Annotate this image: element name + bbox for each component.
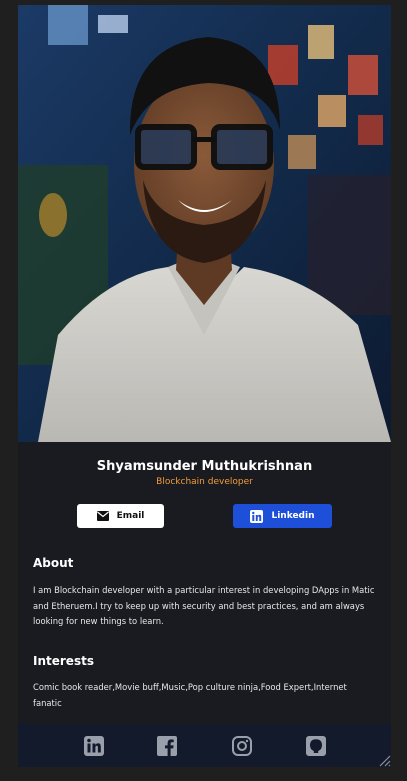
- email-button[interactable]: Email: [77, 504, 164, 528]
- about-text: I am Blockchain developer with a particu…: [33, 585, 375, 626]
- interests-text: Comic book reader,Movie buff,Music,Pop c…: [33, 682, 347, 708]
- linkedin-icon[interactable]: [84, 736, 104, 756]
- email-button-label: Email: [116, 511, 145, 521]
- instagram-icon[interactable]: [232, 736, 252, 756]
- linkedin-icon: [250, 509, 264, 523]
- profile-role: Blockchain developer: [156, 477, 253, 487]
- social-footer: [18, 724, 391, 767]
- profile-name: Shyamsunder Muthukrishnan: [96, 459, 313, 474]
- about-title: About: [33, 556, 74, 570]
- profile-photo-illustration: [18, 5, 391, 442]
- linkedin-button-label: Linkedin: [271, 511, 315, 521]
- resize-handle-icon[interactable]: [377, 753, 391, 767]
- github-icon[interactable]: [306, 736, 326, 756]
- profile-card: Shyamsunder Muthukrishnan Blockchain dev…: [18, 5, 391, 767]
- facebook-icon[interactable]: [157, 736, 177, 756]
- profile-photo: [18, 5, 391, 442]
- interests-title: Interests: [33, 654, 94, 668]
- envelope-icon: [96, 511, 109, 521]
- linkedin-button[interactable]: Linkedin: [233, 504, 332, 528]
